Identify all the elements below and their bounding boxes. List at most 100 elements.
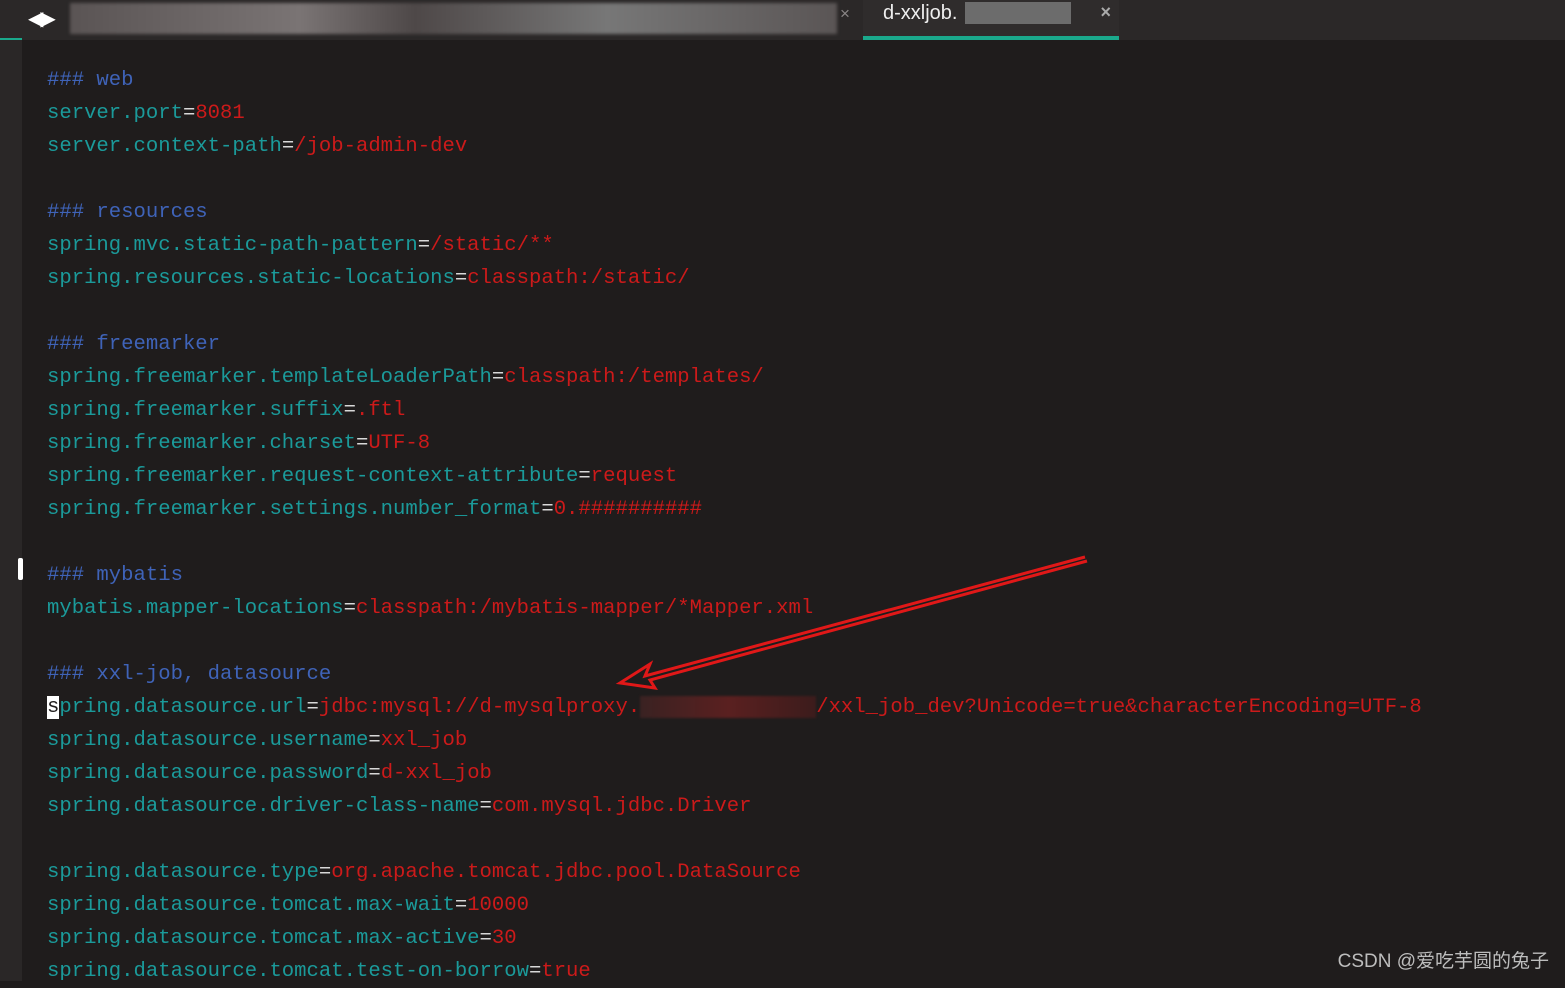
property-line: spring.datasource.type=org.apache.tomcat… bbox=[47, 856, 1422, 889]
property-value: com.mysql.jdbc.Driver bbox=[491, 795, 752, 818]
watermark: CSDN @爱吃芋圆的兔子 bbox=[1337, 951, 1549, 972]
property-line: spring.freemarker.templateLoaderPath=cla… bbox=[47, 361, 1422, 394]
property-value: 0.########## bbox=[553, 498, 703, 521]
comment-text: ### mybatis bbox=[47, 564, 183, 587]
editor-gutter bbox=[0, 40, 22, 981]
close-icon[interactable]: × bbox=[840, 4, 850, 24]
equals-sign: = bbox=[528, 960, 542, 983]
comment-text: ### xxl-job, datasource bbox=[47, 663, 332, 686]
property-value: classpath:/templates/ bbox=[504, 366, 764, 389]
comment-line: ### web bbox=[47, 64, 1422, 97]
property-key: spring.datasource.tomcat.test-on-borrow bbox=[47, 960, 529, 983]
property-value: true bbox=[541, 960, 591, 983]
property-key: spring.freemarker.templateLoaderPath bbox=[47, 366, 492, 389]
comment-line: ### freemarker bbox=[47, 328, 1422, 361]
property-line: spring.datasource.driver-class-name=com.… bbox=[47, 790, 1422, 823]
property-value: classpath:/mybatis-mapper/*Mapper.xml bbox=[355, 597, 814, 620]
property-value: /job-admin-dev bbox=[294, 135, 468, 158]
property-key: spring.freemarker.request-context-attrib… bbox=[47, 465, 579, 488]
gutter-marker bbox=[18, 558, 23, 580]
tab-active-file[interactable]: d-xxljob. × bbox=[863, 0, 1119, 40]
equals-sign: = bbox=[368, 729, 381, 752]
redacted-tabs[interactable] bbox=[70, 3, 837, 34]
equals-sign: = bbox=[479, 795, 492, 818]
property-value: xxl_job bbox=[380, 729, 468, 752]
property-line: spring.resources.static-locations=classp… bbox=[47, 262, 1422, 295]
property-key: spring.datasource.url bbox=[47, 696, 307, 719]
property-line: spring.freemarker.request-context-attrib… bbox=[47, 460, 1422, 493]
property-line: spring.datasource.username=xxl_job bbox=[47, 724, 1422, 757]
equals-sign: = bbox=[343, 399, 356, 422]
active-tab-indicator bbox=[863, 36, 1119, 40]
property-line: spring.freemarker.suffix=.ftl bbox=[47, 394, 1422, 427]
text-cursor: s bbox=[47, 696, 60, 719]
property-key: server.port bbox=[47, 102, 183, 125]
equals-sign: = bbox=[541, 498, 554, 521]
property-key: spring.freemarker.suffix bbox=[47, 399, 344, 422]
comment-line: ### resources bbox=[47, 196, 1422, 229]
property-key: server.context-path bbox=[47, 135, 282, 158]
property-line: mybatis.mapper-locations=classpath:/myba… bbox=[47, 592, 1422, 625]
property-value-rest: /xxl_job_dev?Unicode=true&characterEncod… bbox=[816, 696, 1422, 719]
property-key: spring.freemarker.charset bbox=[47, 432, 356, 455]
comment-text: ### resources bbox=[47, 201, 208, 224]
close-icon[interactable]: × bbox=[1100, 2, 1111, 23]
property-line: server.port=8081 bbox=[47, 97, 1422, 130]
property-key: spring.resources.static-locations bbox=[47, 267, 455, 290]
tab-bar: ◀▶ × d-xxljob. × bbox=[0, 0, 1565, 40]
tab-label: d-xxljob. bbox=[883, 2, 958, 24]
property-key: spring.freemarker.settings.number_format bbox=[47, 498, 542, 521]
property-value: 10000 bbox=[467, 894, 529, 917]
comment-text: ### freemarker bbox=[47, 333, 221, 356]
property-value: UTF-8 bbox=[368, 432, 431, 455]
comment-text: ### web bbox=[47, 69, 134, 92]
property-key-rest: pring.datasource.url bbox=[59, 696, 307, 719]
redacted-host bbox=[640, 695, 817, 718]
property-line: spring.freemarker.charset=UTF-8 bbox=[47, 427, 1422, 460]
property-value: jdbc:mysql://d-mysqlproxy. bbox=[318, 696, 641, 719]
property-key: mybatis.mapper-locations bbox=[47, 597, 344, 620]
property-line: spring.datasource.password=d-xxl_job bbox=[47, 757, 1422, 790]
equals-sign: = bbox=[491, 366, 505, 389]
equals-sign: = bbox=[281, 135, 295, 158]
equals-sign: = bbox=[355, 432, 369, 455]
equals-sign: = bbox=[479, 927, 492, 950]
equals-sign: = bbox=[454, 894, 468, 917]
property-line: spring.datasource.tomcat.max-active=30 bbox=[47, 922, 1422, 955]
property-value: d-xxl_job bbox=[380, 762, 492, 785]
redacted-filename bbox=[965, 2, 1071, 24]
property-line: spring.datasource.tomcat.max-wait=10000 bbox=[47, 889, 1422, 922]
property-value: 8081 bbox=[195, 102, 245, 125]
property-value: 30 bbox=[491, 927, 517, 950]
property-line: server.context-path=/job-admin-dev bbox=[47, 130, 1422, 163]
property-value: request bbox=[590, 465, 678, 488]
equals-sign: = bbox=[182, 102, 196, 125]
property-key: spring.datasource.driver-class-name bbox=[47, 795, 480, 818]
property-key: spring.datasource.type bbox=[47, 861, 319, 884]
property-key: spring.datasource.username bbox=[47, 729, 369, 752]
equals-sign: = bbox=[417, 234, 431, 257]
comment-line: ### mybatis bbox=[47, 559, 1422, 592]
property-key: spring.datasource.tomcat.max-active bbox=[47, 927, 480, 950]
property-line: spring.datasource.url=jdbc:mysql://d-mys… bbox=[47, 691, 1422, 724]
property-line: spring.mvc.static-path-pattern=/static/*… bbox=[47, 229, 1422, 262]
equals-sign: = bbox=[368, 762, 381, 785]
property-key: spring.datasource.password bbox=[47, 762, 369, 785]
property-key: spring.mvc.static-path-pattern bbox=[47, 234, 418, 257]
property-value: classpath:/static/ bbox=[467, 267, 690, 290]
equals-sign: = bbox=[343, 597, 356, 620]
equals-sign: = bbox=[318, 861, 332, 884]
code-editor[interactable]: ### web server.port=8081 server.context-pa… bbox=[47, 64, 1422, 988]
tab-scroll-arrows-icon[interactable]: ◀▶ bbox=[28, 6, 56, 31]
comment-line: ### xxl-job, datasource bbox=[47, 658, 1422, 691]
property-value: org.apache.tomcat.jdbc.pool.DataSource bbox=[331, 861, 801, 884]
equals-sign: = bbox=[578, 465, 591, 488]
equals-sign: = bbox=[306, 696, 319, 719]
property-value: /static/** bbox=[430, 234, 554, 257]
property-key: spring.datasource.tomcat.max-wait bbox=[47, 894, 455, 917]
